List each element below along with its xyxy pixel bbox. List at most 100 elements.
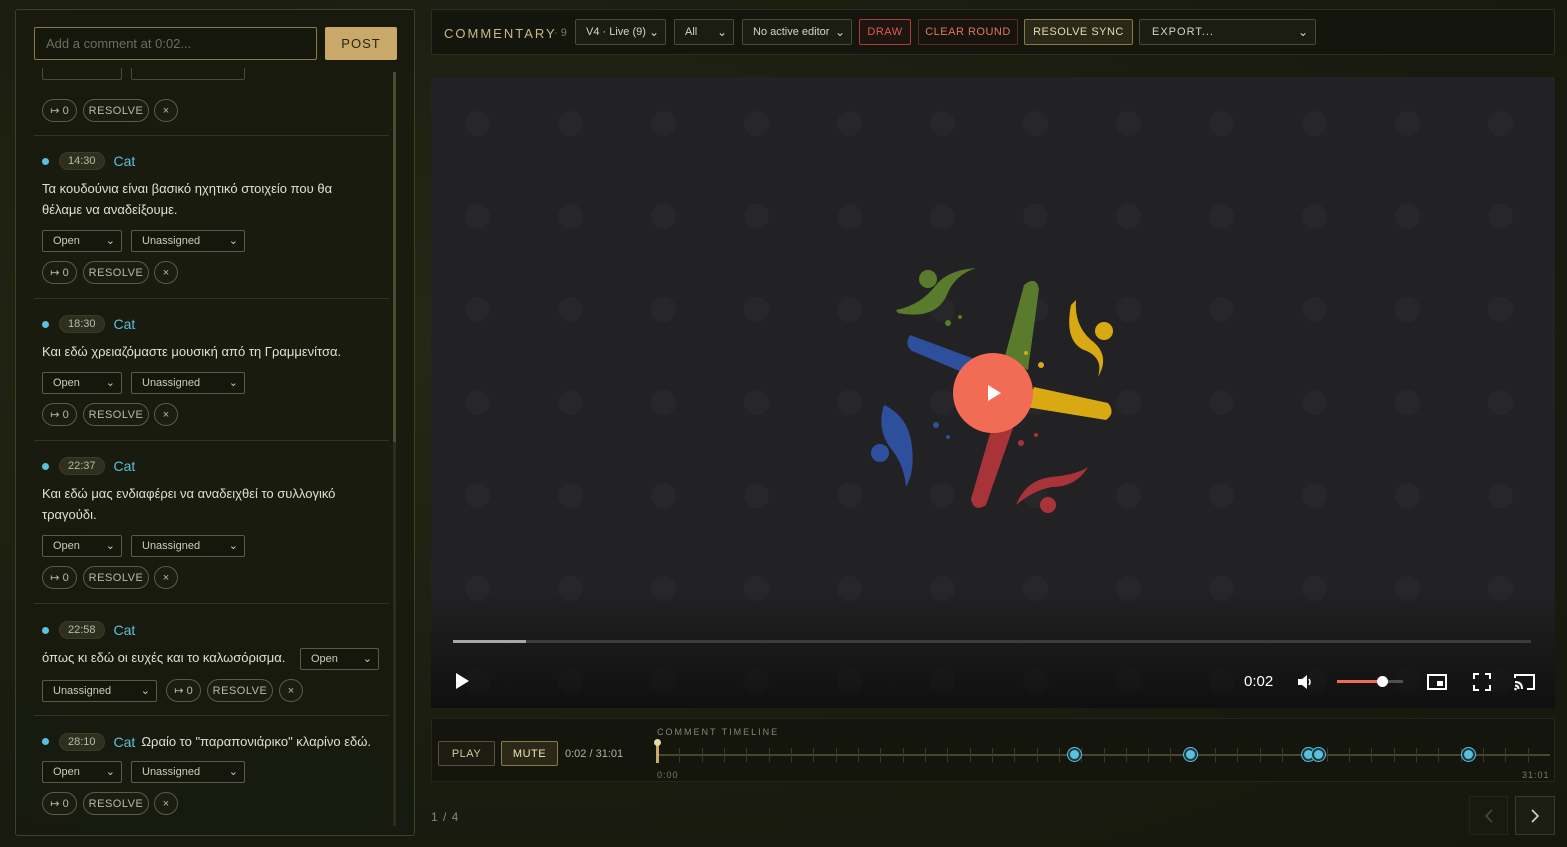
jump-button[interactable]: ↦ 0 [42, 261, 77, 284]
timestamp-badge[interactable]: 22:37 [59, 457, 105, 475]
timestamp-badge[interactable]: 14:30 [59, 152, 105, 170]
jump-button[interactable]: ↦ 0 [42, 566, 77, 589]
unread-dot-icon [42, 320, 49, 328]
resolve-button[interactable]: RESOLVE [207, 679, 273, 702]
chevron-down-icon: ⌄ [105, 540, 115, 552]
comment-list[interactable]: ↦ 0 RESOLVE × 14:30 Cat Τα κουδούνια είν… [34, 68, 389, 828]
timeline-tick [1483, 748, 1485, 762]
chevron-down-icon: ⌄ [105, 377, 115, 389]
resolve-button[interactable]: RESOLVE [83, 403, 149, 426]
timeline-tick [1103, 748, 1105, 762]
jump-button[interactable]: ↦ 0 [42, 403, 77, 426]
comment-text: Τα κουδούνια είναι βασικό ηχητικό στοιχε… [42, 181, 333, 217]
prev-page-button[interactable] [1469, 796, 1508, 835]
list-item: 18:30 Cat Και εδώ χρειαζόμαστε μουσική α… [34, 299, 389, 441]
assignee-select[interactable]: Unassigned ⌄ [131, 761, 245, 783]
status-select[interactable]: Open ⌄ [42, 535, 122, 557]
cast-button[interactable] [1513, 672, 1537, 697]
timeline-tick [1393, 748, 1395, 762]
comment-count: · 9 [554, 27, 567, 39]
comment-text: Και εδώ χρειαζόμαστε μουσική από τη Γραμ… [42, 344, 342, 359]
close-icon[interactable]: × [154, 792, 178, 815]
timeline-tick [1237, 748, 1239, 762]
volume-icon [1298, 675, 1311, 689]
timeline-time-readout: 0:02 / 31:01 [565, 748, 624, 760]
scrollbar-thumb[interactable] [393, 72, 396, 442]
close-icon[interactable]: × [154, 261, 178, 284]
status-select[interactable]: Open ⌄ [42, 230, 122, 252]
post-button[interactable]: POST [325, 27, 397, 60]
status-select[interactable]: Open ⌄ [42, 761, 122, 783]
timeline-tick [1014, 748, 1016, 762]
resolve-button[interactable]: RESOLVE [83, 566, 149, 589]
timeline-tick [1326, 748, 1328, 762]
video-current-time: 0:02 [1244, 673, 1274, 690]
resolve-button[interactable]: RESOLVE [83, 261, 149, 284]
timeline-comment-marker[interactable] [1183, 748, 1197, 761]
jump-button[interactable]: ↦ 0 [42, 792, 77, 815]
timeline-comment-marker[interactable] [1068, 748, 1082, 761]
toolbar-title: COMMENTARY [444, 26, 557, 41]
timeline-tick [1215, 748, 1217, 762]
chevron-down-icon: ⌄ [228, 540, 238, 552]
volume-slider-handle[interactable] [1377, 676, 1388, 687]
assignee-select[interactable]: Unassigned ⌄ [42, 680, 157, 702]
author-name: Cat [113, 458, 136, 474]
chevron-down-icon: ⌄ [105, 235, 115, 247]
filter-select[interactable]: All ⌄ [674, 19, 734, 45]
close-icon[interactable]: × [279, 679, 303, 702]
timeline-tick [1081, 748, 1083, 762]
status-select[interactable]: Open ⌄ [42, 372, 122, 394]
volume-button[interactable] [1295, 672, 1315, 697]
version-select[interactable]: V4 · Live (9) ⌄ [575, 19, 666, 45]
timeline-tick [835, 748, 837, 762]
play-button[interactable]: PLAY [438, 741, 495, 766]
timeline-tick [1349, 748, 1351, 762]
timestamp-badge[interactable]: 22:58 [59, 621, 105, 639]
chevron-down-icon: ⌄ [716, 25, 727, 39]
comment-input[interactable] [34, 27, 317, 60]
close-icon[interactable]: × [154, 403, 178, 426]
timeline-tick [790, 748, 792, 762]
assignee-select[interactable]: Unassigned ⌄ [131, 230, 245, 252]
timestamp-badge[interactable]: 28:10 [59, 732, 105, 751]
timeline-comment-marker[interactable] [1461, 748, 1475, 761]
timeline-comment-marker[interactable] [1312, 748, 1326, 761]
mute-button[interactable]: MUTE [501, 741, 558, 766]
chevron-left-icon [1484, 808, 1493, 823]
draw-button[interactable]: DRAW [859, 19, 911, 45]
assignee-select[interactable]: Unassigned ⌄ [131, 372, 245, 394]
timestamp-badge[interactable]: 18:30 [59, 315, 105, 333]
author-name: Cat [113, 622, 136, 638]
timeline-playhead-handle[interactable] [654, 739, 661, 746]
resolve-button[interactable]: RESOLVE [83, 792, 149, 815]
timeline-tick [1170, 748, 1172, 762]
chevron-right-icon [1531, 808, 1540, 823]
chevron-down-icon: ⌄ [228, 377, 238, 389]
next-page-button[interactable] [1515, 796, 1555, 835]
timeline-tick [813, 748, 815, 762]
play-button[interactable] [453, 671, 471, 696]
jump-button[interactable]: ↦ 0 [166, 679, 201, 702]
video-progress-track[interactable] [453, 640, 1531, 643]
big-play-button[interactable] [953, 353, 1033, 433]
export-select[interactable]: EXPORT... ⌄ [1139, 19, 1316, 45]
fullscreen-button[interactable] [1472, 672, 1492, 697]
timeline-tick [1259, 748, 1261, 762]
timeline-tick [969, 748, 971, 762]
author-name: Cat [113, 316, 136, 332]
pip-button[interactable] [1426, 672, 1448, 697]
list-item: 28:10 Cat Ωραίο το "παραπονιάρικο" κλαρί… [34, 716, 389, 828]
clear-round-button[interactable]: CLEAR ROUND [918, 19, 1018, 45]
comments-panel: POST ↦ 0 RESOLVE × 14:30 Cat Τα κουδούνι… [15, 9, 415, 836]
assignee-select[interactable]: Unassigned ⌄ [131, 535, 245, 557]
timeline-tick [1505, 748, 1507, 762]
resolve-sync-button[interactable]: RESOLVE SYNC [1024, 19, 1133, 45]
close-icon[interactable]: × [154, 566, 178, 589]
list-item: 22:37 Cat Και εδώ μας ενδιαφέρει να αναδ… [34, 441, 389, 604]
video-player[interactable]: 0:02 [431, 77, 1555, 708]
editor-select[interactable]: No active editor ⌄ [742, 19, 852, 45]
commentary-toolbar: COMMENTARY · 9 V4 · Live (9) ⌄ All ⌄ No ac… [431, 9, 1555, 55]
timeline-start-label: 0:00 [657, 770, 679, 780]
status-select[interactable]: Open ⌄ [300, 648, 379, 670]
